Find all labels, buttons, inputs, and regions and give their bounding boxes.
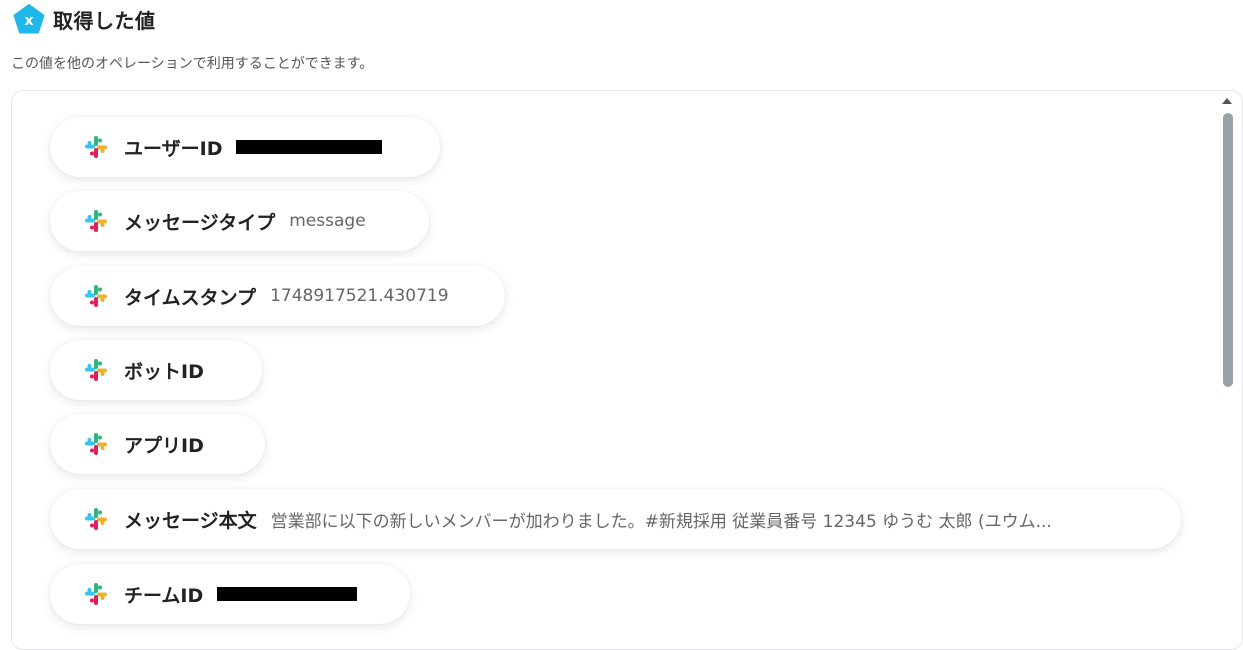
value-chip-message-type[interactable]: メッセージタイプ message (50, 191, 429, 251)
redacted-value (236, 140, 383, 154)
value-chip-message-body[interactable]: メッセージ本文 営業部に以下の新しいメンバーが加わりました。#新規採用 従業員番… (50, 489, 1181, 549)
slack-icon (85, 285, 107, 307)
section-title: 取得した値 (53, 8, 156, 33)
value-chip-timestamp[interactable]: タイムスタンプ 1748917521.430719 (50, 266, 505, 326)
slack-icon (85, 433, 107, 455)
value-chip-team-id[interactable]: チームID (50, 564, 410, 624)
value-label: メッセージタイプ (124, 211, 276, 234)
slack-icon (85, 359, 107, 381)
slack-icon (85, 508, 107, 530)
slack-icon (85, 210, 107, 232)
value-label: メッセージ本文 (124, 509, 257, 532)
value-chip-bot-id[interactable]: ボットID (50, 340, 262, 400)
section-header: x 取得した値 (13, 4, 156, 34)
value-chip-app-id[interactable]: アプリID (50, 414, 265, 474)
value-text: 1748917521.430719 (270, 286, 449, 306)
slack-icon (85, 583, 107, 605)
value-label: ボットID (124, 360, 204, 383)
slack-icon (85, 136, 107, 158)
value-chip-user-id[interactable]: ユーザーID (50, 117, 440, 177)
value-text: 営業部に以下の新しいメンバーが加わりました。#新規採用 従業員番号 12345 … (270, 511, 1052, 532)
value-text: message (289, 211, 366, 231)
section-description: この値を他のオペレーションで利用することができます。 (11, 56, 374, 72)
svg-text:x: x (24, 13, 33, 29)
variable-x-icon: x (13, 4, 45, 34)
value-label: アプリID (124, 434, 204, 457)
value-label: タイムスタンプ (124, 286, 257, 309)
value-label: チームID (124, 584, 204, 607)
scrollbar-thumb[interactable] (1223, 113, 1233, 387)
redacted-value (217, 587, 358, 601)
value-label: ユーザーID (124, 137, 223, 160)
scroll-up-arrow-icon[interactable] (1222, 98, 1232, 104)
